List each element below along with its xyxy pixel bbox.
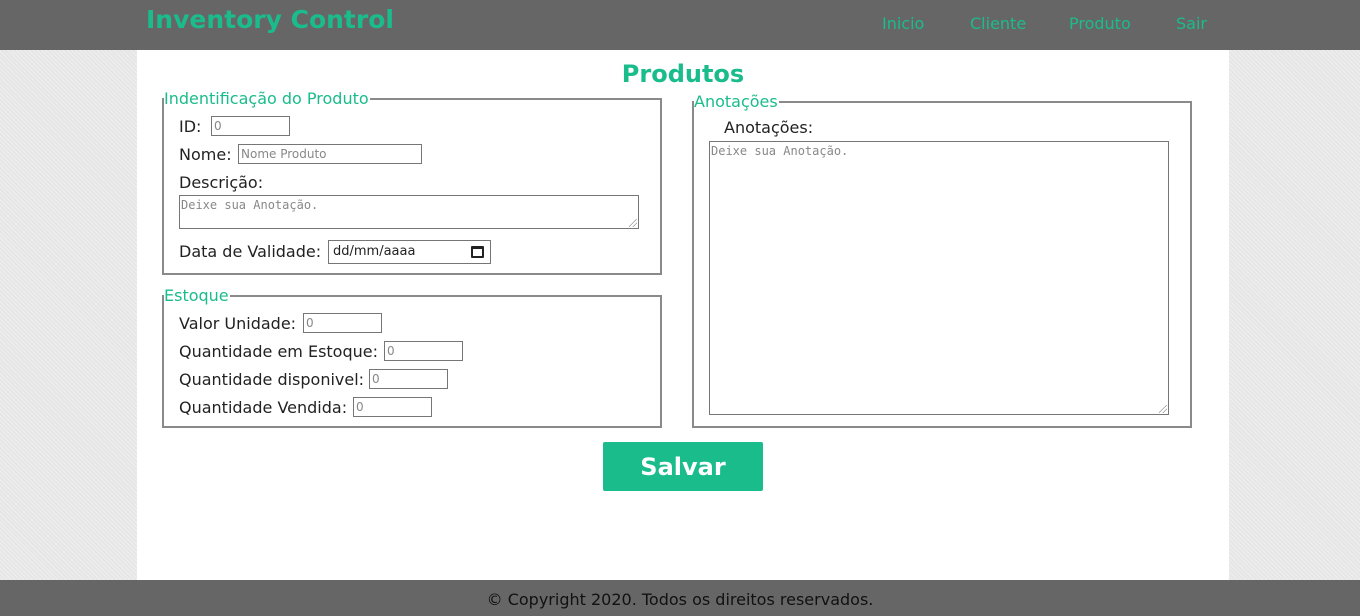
descricao-label: Descrição:: [179, 173, 264, 192]
qtd-disponivel-input[interactable]: 0: [369, 369, 448, 389]
nav-sair[interactable]: Sair: [1176, 14, 1207, 33]
validade-placeholder: dd/mm/aaaa: [333, 244, 416, 259]
fieldset-anotacoes: Anotações Anotações: Deixe sua Anotação.: [692, 93, 1192, 428]
anotacoes-label: Anotações:: [724, 118, 814, 137]
nome-input[interactable]: Nome Produto: [238, 144, 422, 164]
nav-inicio[interactable]: Inicio: [882, 14, 924, 33]
main-content: Produtos Indentificação do Produto ID: 0…: [137, 50, 1229, 580]
valor-unidade-input[interactable]: 0: [303, 313, 382, 333]
qtd-estoque-label: Quantidade em Estoque:: [179, 342, 378, 361]
nav-produto[interactable]: Produto: [1069, 14, 1131, 33]
legend-identificacao: Indentificação do Produto: [164, 89, 370, 108]
nome-label: Nome:: [179, 145, 232, 164]
descricao-textarea[interactable]: Deixe sua Anotação.: [179, 195, 639, 229]
id-input[interactable]: 0: [211, 116, 290, 136]
footer-copyright: © Copyright 2020. Todos os direitos rese…: [0, 580, 1360, 616]
nav-cliente[interactable]: Cliente: [970, 14, 1026, 33]
resize-grip-icon[interactable]: [629, 219, 637, 227]
calendar-icon[interactable]: [471, 246, 484, 258]
id-label: ID:: [179, 117, 202, 136]
qtd-estoque-input[interactable]: 0: [384, 341, 463, 361]
qtd-vendida-input[interactable]: 0: [353, 397, 432, 417]
anotacoes-textarea[interactable]: Deixe sua Anotação.: [709, 141, 1169, 415]
qtd-vendida-label: Quantidade Vendida:: [179, 398, 348, 417]
top-navbar: Inventory Control Inicio Cliente Produto…: [0, 0, 1360, 50]
page-title: Produtos: [621, 60, 745, 88]
resize-grip-icon[interactable]: [1159, 405, 1167, 413]
qtd-disponivel-label: Quantidade disponivel:: [179, 370, 365, 389]
anotacoes-placeholder: Deixe sua Anotação.: [711, 144, 849, 158]
fieldset-estoque: Estoque Valor Unidade: 0 Quantidade em E…: [162, 287, 662, 428]
main-nav: Inicio Cliente Produto Sair: [0, 14, 1360, 34]
legend-anotacoes: Anotações: [694, 92, 779, 111]
descricao-placeholder: Deixe sua Anotação.: [181, 198, 319, 212]
legend-estoque: Estoque: [164, 286, 230, 305]
fieldset-identificacao: Indentificação do Produto ID: 0 Nome: No…: [162, 90, 662, 275]
validade-date-input[interactable]: dd/mm/aaaa: [328, 240, 491, 264]
valor-unidade-label: Valor Unidade:: [179, 314, 297, 333]
save-button[interactable]: Salvar: [603, 442, 763, 491]
validade-label: Data de Validade:: [179, 242, 322, 261]
